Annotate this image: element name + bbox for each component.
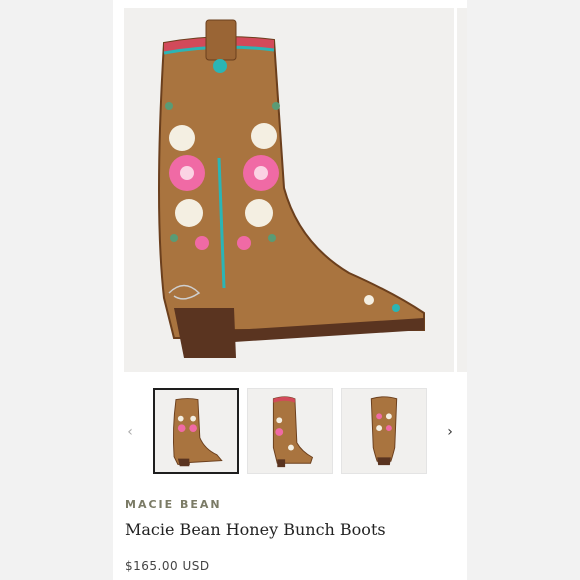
boot-back-thumbnail	[370, 396, 398, 466]
product-price: $165.00 USD	[125, 559, 210, 573]
product-page: ‹ › MACIE BEAN Macie Bean Honey Bunch Bo…	[113, 0, 467, 580]
product-title: Macie Bean Honey Bunch Boots	[125, 520, 386, 539]
thumbnail-angle-view[interactable]	[247, 388, 333, 474]
thumbnail-side-view[interactable]	[153, 388, 239, 474]
boot-angle-thumbnail	[272, 396, 314, 468]
boot-side-thumbnail	[172, 398, 223, 467]
thumbnail-strip: ‹ ›	[113, 388, 467, 476]
chevron-left-icon[interactable]: ‹	[123, 424, 137, 440]
boot-illustration	[158, 19, 425, 358]
chevron-right-icon[interactable]: ›	[443, 424, 457, 440]
product-main-image[interactable]	[124, 8, 454, 372]
next-image-peek	[457, 8, 467, 372]
thumbnail-back-view[interactable]	[341, 388, 427, 474]
product-brand[interactable]: MACIE BEAN	[125, 498, 222, 511]
